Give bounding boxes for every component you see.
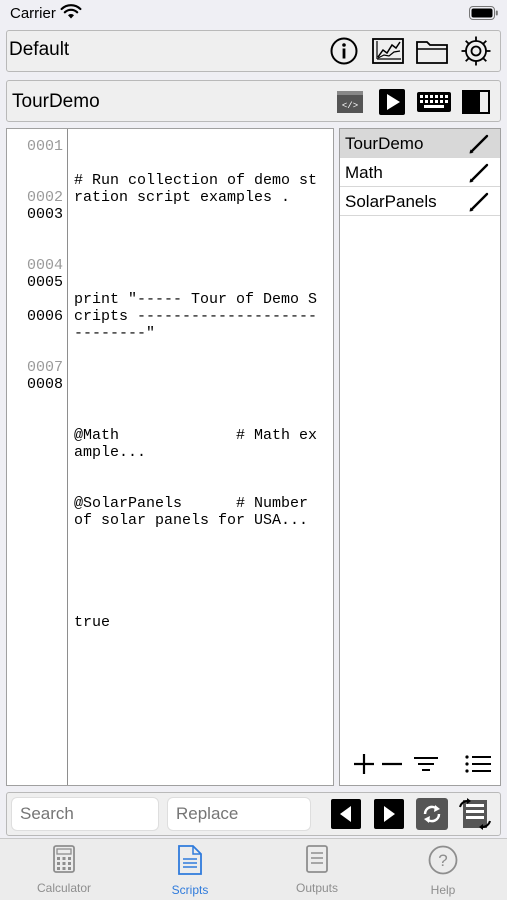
code-text[interactable]: # Run collection of demo stration script… xyxy=(74,138,324,665)
code-line: @Math # Math example... xyxy=(74,427,318,461)
remove-icon[interactable] xyxy=(380,749,404,779)
info-icon[interactable] xyxy=(326,34,362,68)
chart-icon[interactable] xyxy=(370,34,406,68)
code-icon[interactable]: </> xyxy=(332,85,368,119)
line-number: 0007 xyxy=(26,359,63,376)
line-number: 0001 xyxy=(26,138,63,155)
svg-text:</>: </> xyxy=(342,101,358,111)
previous-match-icon[interactable] xyxy=(329,797,363,831)
script-list-item[interactable]: Math xyxy=(340,158,500,187)
scripts-icon xyxy=(178,845,202,879)
line-number: 0003 xyxy=(26,206,63,223)
list-icon[interactable] xyxy=(463,749,493,779)
search-replace-bar xyxy=(6,792,501,836)
script-list-item[interactable]: TourDemo xyxy=(340,129,500,158)
outputs-icon xyxy=(306,845,328,877)
tab-label: Calculator xyxy=(36,881,92,895)
code-line: true xyxy=(74,614,111,631)
svg-text:?: ? xyxy=(438,851,447,870)
line-number: 0008 xyxy=(26,376,63,393)
tab-label: Scripts xyxy=(171,883,209,897)
tab-outputs[interactable]: Outputs xyxy=(267,845,367,895)
script-title[interactable]: TourDemo xyxy=(12,91,100,113)
wifi-icon xyxy=(60,4,82,25)
battery-icon xyxy=(469,6,499,25)
pencil-icon[interactable] xyxy=(468,162,490,189)
replace-icon[interactable] xyxy=(415,797,449,831)
add-icon[interactable] xyxy=(352,749,376,779)
script-bar: TourDemo </> xyxy=(6,80,501,122)
tab-bar: Calculator Scripts Outputs ? Help xyxy=(0,838,507,900)
line-number: 0006 xyxy=(26,308,63,325)
next-match-icon[interactable] xyxy=(372,797,406,831)
folder-icon[interactable] xyxy=(414,34,450,68)
line-number: 0004 xyxy=(26,257,63,274)
environment-title[interactable]: Default xyxy=(9,39,69,61)
tab-calculator[interactable]: Calculator xyxy=(14,845,114,895)
script-list-label: SolarPanels xyxy=(345,192,437,211)
tab-label: Help xyxy=(430,883,456,897)
script-list-toolbar xyxy=(350,749,495,779)
play-icon[interactable] xyxy=(374,85,410,119)
search-input[interactable] xyxy=(11,797,159,831)
environment-bar: Default xyxy=(6,30,501,72)
carrier-label: Carrier xyxy=(10,5,56,22)
line-number: 0002 xyxy=(26,189,63,206)
status-bar: Carrier xyxy=(0,0,507,28)
pencil-icon[interactable] xyxy=(468,191,490,218)
help-icon: ? xyxy=(428,845,458,879)
tab-scripts[interactable]: Scripts xyxy=(140,845,240,897)
calculator-icon xyxy=(53,845,75,877)
code-line: # Run collection of demo stration script… xyxy=(74,172,318,206)
code-line: @SolarPanels # Number of solar panels fo… xyxy=(74,495,318,529)
script-list: TourDemo Math SolarPanels xyxy=(339,128,501,786)
code-line: print "----- Tour of Demo Scripts ------… xyxy=(74,291,318,342)
script-list-item[interactable]: SolarPanels xyxy=(340,187,500,216)
split-view-icon[interactable] xyxy=(458,85,494,119)
line-number: 0005 xyxy=(26,274,63,291)
tab-help[interactable]: ? Help xyxy=(393,845,493,897)
gear-icon[interactable] xyxy=(458,34,494,68)
pencil-icon[interactable] xyxy=(468,133,490,160)
code-editor[interactable]: 0001 0002 0003 0004 0005 0006 0007 0008 … xyxy=(6,128,334,786)
script-list-label: Math xyxy=(345,163,383,182)
script-list-label: TourDemo xyxy=(345,134,424,153)
replace-input[interactable] xyxy=(167,797,311,831)
line-number-gutter: 0001 0002 0003 0004 0005 0006 0007 0008 xyxy=(7,129,68,785)
tab-label: Outputs xyxy=(295,881,339,895)
replace-all-icon[interactable] xyxy=(458,797,492,831)
keyboard-icon[interactable] xyxy=(416,85,452,119)
sort-icon[interactable] xyxy=(412,749,440,779)
